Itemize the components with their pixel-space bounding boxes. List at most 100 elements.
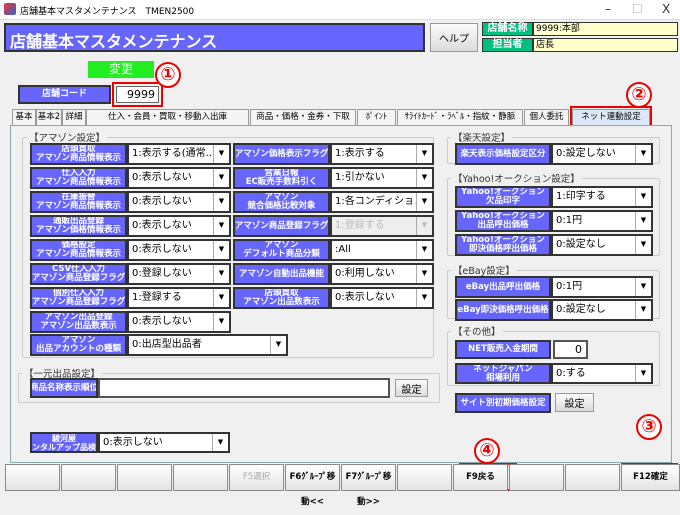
amazon-field-select[interactable]: 0:表示しない ▼ [330, 287, 434, 309]
yahoo-field-select[interactable]: 1:印字する ▼ [551, 186, 653, 208]
chevron-down-icon[interactable]: ▼ [416, 265, 432, 283]
chevron-down-icon[interactable]: ▼ [416, 241, 432, 259]
chevron-down-icon[interactable]: ▼ [635, 212, 651, 230]
function-key-5[interactable]: F5選択 [229, 464, 284, 491]
yahoo-group-title: 【Yahoo!オークション設定】 [451, 171, 582, 185]
amazon-field-select: 1:登録する ▼ [330, 215, 434, 237]
function-key-9[interactable]: F9戻る [453, 464, 508, 491]
amazon-field-select[interactable]: 0:出店型出品者 ▼ [127, 334, 288, 356]
amazon-field-select[interactable]: 0:利用しない ▼ [330, 263, 434, 285]
amazon-field-label: 仕入入力 アマゾン商品情報表示 [30, 167, 127, 189]
amazon-field-label: アマゾン商品登録フラグ [233, 215, 330, 237]
amazon-field-label: 在庫振替 アマゾン商品情報表示 [30, 191, 127, 213]
function-key-8[interactable] [397, 464, 452, 491]
ichigen-settings-button[interactable]: 設定 [395, 379, 428, 397]
function-key-3[interactable] [117, 464, 172, 491]
chevron-down-icon[interactable]: ▼ [635, 278, 651, 296]
amazon-field-select[interactable]: 1:表示する(通常... ▼ [127, 143, 231, 165]
chevron-down-icon[interactable]: ▼ [213, 193, 229, 211]
chevron-down-icon[interactable]: ▼ [213, 169, 229, 187]
netjapan-select[interactable]: 0:する ▼ [551, 363, 653, 384]
amazon-field-select[interactable]: 1:表示する ▼ [330, 143, 434, 165]
amazon-field-select-value: 0:利用しない [335, 268, 395, 279]
tab-6[interactable]: ｻﾗｲﾄｶｰﾄﾞ・ﾗﾍﾞﾙ・指紋・静脈 [397, 109, 523, 125]
surugaya-label: 駿河屋 レンタルアップ品検索 [30, 432, 98, 453]
yahoo-field-select[interactable]: 0:設定なし ▼ [551, 234, 653, 256]
chevron-down-icon[interactable]: ▼ [213, 265, 229, 283]
function-key-1[interactable] [5, 464, 60, 491]
ichigen-input[interactable] [98, 378, 390, 398]
chevron-down-icon[interactable]: ▼ [270, 336, 286, 354]
amazon-field-label: アマゾン 競合価格比較対象 [233, 191, 330, 213]
rakuten-group-title: 【楽天設定】 [451, 130, 513, 144]
chevron-down-icon[interactable]: ▼ [635, 145, 651, 163]
store-name-value: 9999:本部 [533, 22, 678, 36]
tab-3[interactable]: 仕入・会員・買取・移動入出庫 [86, 109, 249, 125]
amazon-field-select[interactable]: 0:表示しない ▼ [127, 311, 231, 333]
amazon-field-select-value: 0:表示しない [132, 244, 192, 255]
function-key-4[interactable] [173, 464, 228, 491]
chevron-down-icon[interactable]: ▼ [213, 217, 229, 235]
chevron-down-icon[interactable]: ▼ [416, 289, 432, 307]
ebay-field-select[interactable]: 0:1円 ▼ [551, 276, 653, 298]
tab-7[interactable]: 個人委託 [524, 109, 569, 125]
function-key-11[interactable] [565, 464, 620, 491]
tab-0[interactable]: 基本 [12, 109, 36, 125]
tab-1[interactable]: 基本2 [36, 109, 62, 125]
chevron-down-icon[interactable]: ▼ [416, 169, 432, 187]
help-button[interactable]: ヘルプ [430, 23, 478, 52]
chevron-down-icon[interactable]: ▼ [416, 193, 432, 211]
chevron-down-icon[interactable]: ▼ [213, 241, 229, 259]
amazon-field-select[interactable]: 0:表示しない ▼ [127, 215, 231, 237]
tab-5[interactable]: ﾎﾟｲﾝﾄ [357, 109, 396, 125]
store-code-input[interactable]: 9999 [116, 86, 159, 103]
chevron-down-icon[interactable]: ▼ [635, 188, 651, 206]
amazon-field-select[interactable]: 1:各コンディションごと ▼ [330, 191, 434, 213]
amazon-field-select[interactable]: 0:表示しない ▼ [127, 191, 231, 213]
yahoo-field-select-value: 0:設定なし [556, 239, 606, 250]
function-key-7[interactable]: F7ｸﾞﾙｰﾌﾟ移動>> [341, 464, 396, 507]
yahoo-field-select[interactable]: 0:1円 ▼ [551, 210, 653, 232]
tab-2[interactable]: 詳細 [62, 109, 86, 125]
ebay-field-select-value: 0:設定なし [556, 304, 606, 315]
net-deposit-input[interactable]: 0 [553, 340, 588, 359]
chevron-down-icon[interactable]: ▼ [213, 313, 229, 331]
amazon-field-select-value: 0:表示しない [132, 172, 192, 183]
chevron-down-icon[interactable]: ▼ [213, 145, 229, 163]
amazon-field-label: アマゾン デフォルト商品分類 [233, 239, 330, 261]
tab-4[interactable]: 商品・価格・金券・下取 [250, 109, 356, 125]
chevron-down-icon[interactable]: ▼ [416, 217, 432, 235]
app-icon [4, 3, 16, 15]
annotation-1: ① [155, 62, 181, 88]
netjapan-value: 0:する [556, 368, 586, 379]
ebay-field-select[interactable]: 0:設定なし ▼ [551, 299, 653, 321]
maximize-button[interactable]: ☐ [632, 2, 643, 16]
amazon-field-select[interactable]: 0:表示しない ▼ [127, 167, 231, 189]
amazon-field-select[interactable]: 0:登録しない ▼ [127, 263, 231, 285]
function-key-12[interactable]: F12確定 [621, 464, 680, 491]
surugaya-select[interactable]: 0:表示しない ▼ [98, 432, 230, 453]
tab-8[interactable]: ネット連動設定 [572, 109, 650, 125]
function-key-6[interactable]: F6ｸﾞﾙｰﾌﾟ移動<< [285, 464, 340, 507]
rakuten-field-select[interactable]: 0:設定しない ▼ [551, 143, 653, 165]
amazon-field-select[interactable]: :All ▼ [330, 239, 434, 261]
close-button[interactable]: X [662, 2, 670, 16]
function-key-2[interactable] [61, 464, 116, 491]
chevron-down-icon[interactable]: ▼ [212, 434, 228, 451]
chevron-down-icon[interactable]: ▼ [635, 365, 651, 382]
chevron-down-icon[interactable]: ▼ [635, 236, 651, 254]
chevron-down-icon[interactable]: ▼ [416, 145, 432, 163]
function-key-10[interactable] [509, 464, 564, 491]
amazon-field-select[interactable]: 0:表示しない ▼ [127, 239, 231, 261]
minimize-button[interactable]: – [605, 2, 611, 16]
amazon-field-select[interactable]: 1:引かない ▼ [330, 167, 434, 189]
mode-badge: 変更 [88, 61, 154, 78]
site-price-settings-button[interactable]: 設定 [555, 393, 594, 412]
netjapan-label: ネットジャパン 相場利用 [455, 363, 551, 384]
chevron-down-icon[interactable]: ▼ [213, 289, 229, 307]
amazon-field-select-value: :All [335, 244, 351, 255]
amazon-field-select[interactable]: 1:登録する ▼ [127, 287, 231, 309]
net-deposit-label: NET販売入金期間 [455, 340, 551, 359]
ebay-group-title: 【eBay設定】 [451, 263, 517, 277]
chevron-down-icon[interactable]: ▼ [635, 301, 651, 319]
